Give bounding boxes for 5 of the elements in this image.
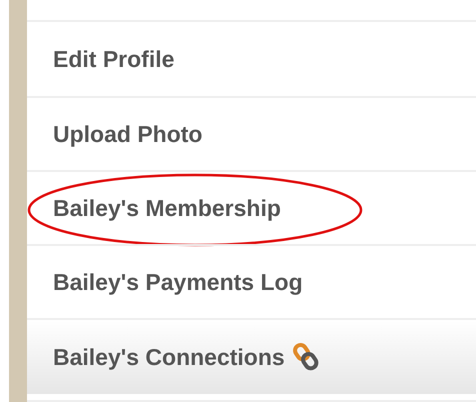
menu-item[interactable]: Upload Photo	[27, 98, 476, 170]
menu-item[interactable]: Bailey's Payments Log	[27, 246, 476, 318]
link-icon	[290, 342, 321, 372]
menu-item[interactable]: Edit Profile	[27, 22, 476, 96]
menu-item[interactable]: Bailey's Membership	[27, 172, 476, 244]
